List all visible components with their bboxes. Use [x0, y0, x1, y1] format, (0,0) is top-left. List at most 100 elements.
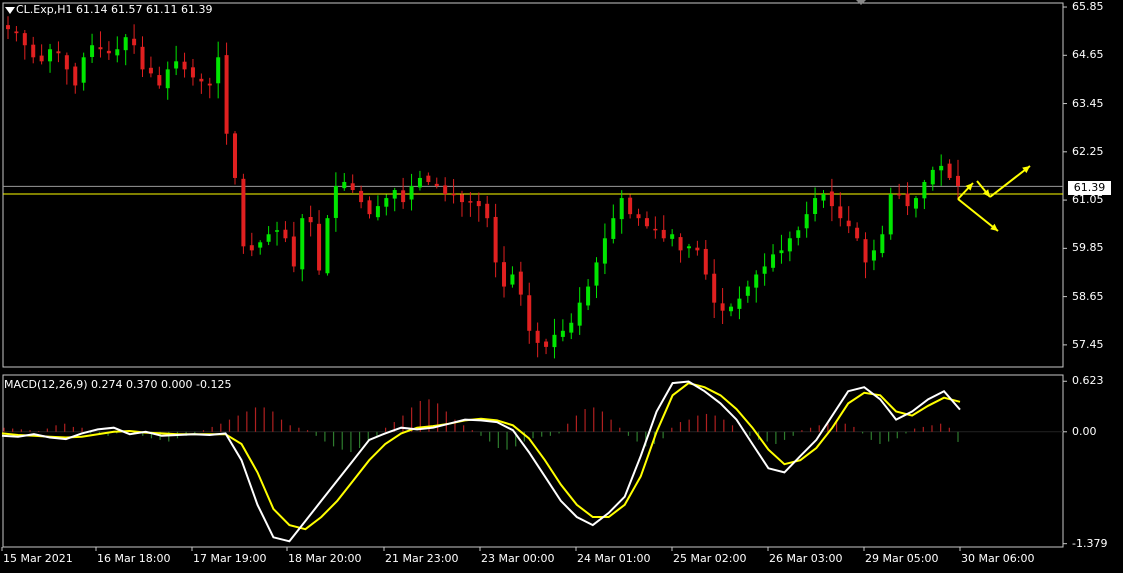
candle-bull — [300, 218, 305, 270]
candle-bull — [930, 169, 935, 185]
time-tick-label: 25 Mar 02:00 — [673, 552, 747, 565]
candle-bear — [367, 200, 372, 215]
candle-bear — [476, 201, 481, 207]
price-tick-label: 65.85 — [1072, 0, 1104, 14]
time-tick-label: 29 Mar 05:00 — [865, 552, 939, 565]
time-tick-label: 24 Mar 01:00 — [577, 552, 651, 565]
candle-bear — [106, 50, 111, 54]
candle-bull — [771, 254, 776, 268]
arrow-down-long — [957, 198, 999, 232]
candle-bear — [359, 190, 364, 203]
candle-bull — [325, 218, 330, 274]
chart-window[interactable]: CL.Exp,H1 61.14 61.57 61.11 61.39 MACD(1… — [0, 0, 1123, 569]
candle-bear — [148, 67, 153, 74]
candle-bull — [686, 246, 691, 249]
time-tick-label: 23 Mar 00:00 — [481, 552, 555, 565]
candle-bull — [762, 266, 767, 274]
candle-bear — [863, 239, 868, 263]
candle-bull — [880, 234, 885, 254]
candle-bull — [48, 49, 53, 62]
candle-bull — [754, 274, 759, 288]
candle-bull — [81, 57, 86, 83]
candle-bull — [569, 322, 574, 333]
candle-bear — [535, 330, 540, 343]
candle-bull — [174, 61, 179, 69]
candle-bear — [207, 83, 212, 86]
time-tick-label: 17 Mar 19:00 — [193, 552, 267, 565]
candle-bull — [586, 286, 591, 306]
candle-bull — [266, 234, 271, 242]
candle-bear — [199, 78, 204, 82]
candle-bear — [426, 175, 431, 182]
candle-bear — [434, 183, 439, 187]
macd-title: MACD(12,26,9) 0.274 0.370 0.000 -0.125 — [4, 378, 232, 391]
candle-bear — [451, 193, 456, 196]
candle-bear — [905, 193, 910, 207]
price-tick-label: 58.65 — [1072, 289, 1104, 303]
candle-bear — [518, 271, 523, 295]
candle-bull — [821, 194, 826, 201]
candle-bear — [544, 341, 549, 347]
price-tick-label: 61.05 — [1072, 193, 1104, 207]
arrow-up-long — [989, 165, 1031, 198]
candle-bear — [644, 218, 649, 227]
candle-bear — [317, 223, 322, 271]
price-chart-title: CL.Exp,H1 61.14 61.57 61.11 61.39 — [16, 3, 213, 16]
candle-bull — [796, 230, 801, 238]
candle-bull — [115, 49, 120, 56]
candle-bear — [350, 183, 355, 191]
chart-canvas[interactable] — [0, 0, 1123, 569]
candle-bull — [216, 57, 221, 84]
time-tick-label: 15 Mar 2021 — [3, 552, 73, 565]
candle-bull — [602, 238, 607, 264]
candle-bull — [123, 37, 128, 51]
candle-bear — [140, 46, 145, 70]
price-tick-label: 57.45 — [1072, 337, 1104, 351]
candle-bull — [729, 306, 734, 312]
candle-bear — [459, 194, 464, 203]
time-tick-label: 30 Mar 06:00 — [961, 552, 1035, 565]
candle-bear — [64, 55, 69, 70]
time-tick-label: 21 Mar 23:00 — [385, 552, 459, 565]
candle-bear — [443, 185, 448, 195]
candle-bull — [342, 181, 347, 189]
candle-bear — [712, 273, 717, 303]
chart-menu-triangle-icon[interactable] — [5, 7, 15, 14]
candle-bull — [510, 274, 515, 285]
macd-tick-label: -1.379 — [1072, 536, 1108, 550]
time-tick-label: 26 Mar 03:00 — [769, 552, 843, 565]
candle-bull — [275, 230, 280, 232]
candle-bear — [628, 197, 633, 215]
candle-bull — [258, 242, 263, 248]
candle-bear — [291, 236, 296, 267]
candle-bear — [249, 245, 254, 251]
candle-bear — [56, 51, 61, 54]
candle-bear — [308, 216, 313, 223]
candle-bull — [552, 334, 557, 348]
candle-bear — [190, 67, 195, 78]
candle-bull — [577, 302, 582, 326]
candle-bull — [779, 250, 784, 254]
candle-bull — [392, 190, 397, 199]
candle-bear — [283, 229, 288, 239]
candle-bull — [939, 165, 944, 171]
macd-tick-label: 0.623 — [1072, 374, 1104, 388]
time-tick-label: 18 Mar 20:00 — [288, 552, 362, 565]
candle-bear — [241, 178, 246, 247]
macd-panel-frame — [2, 374, 1064, 548]
candle-bear — [232, 133, 237, 178]
price-panel-frame — [2, 2, 1064, 368]
candle-bull — [409, 186, 414, 200]
candle-bull — [922, 181, 927, 199]
candle-bear — [14, 31, 19, 34]
candle-bull — [813, 198, 818, 214]
candle-bear — [485, 203, 490, 219]
price-tick-label: 59.85 — [1072, 241, 1104, 255]
candle-bull — [670, 234, 675, 239]
candle-bull — [384, 198, 389, 207]
candle-bear — [846, 220, 851, 227]
candle-bear — [132, 38, 137, 46]
candle-bear — [947, 163, 952, 178]
candle-bull — [888, 194, 893, 235]
candle-bull — [594, 262, 599, 286]
